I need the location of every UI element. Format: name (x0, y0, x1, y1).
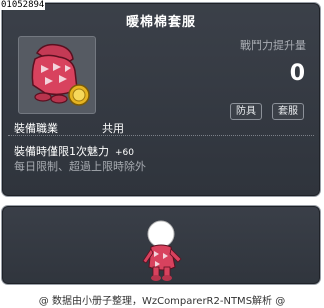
effect-line: 裝備時僅限1次魅力 +60 (14, 143, 134, 159)
effect-text: 裝備時僅限1次魅力 (14, 145, 109, 158)
tag-armor: 防具 (230, 103, 262, 120)
footer-credit: @ 数据由小册子整理，WzComparerR2-NTMS解析 @ (38, 296, 286, 307)
outfit-icon (31, 43, 90, 106)
item-id-label: 01052894 (0, 0, 46, 10)
job-value: 共用 (102, 122, 124, 135)
combat-power-label: 戰鬥力提升量 (240, 39, 306, 52)
item-icon-frame (18, 36, 96, 114)
effect-value: +60 (115, 148, 134, 158)
character-preview-icon (142, 220, 182, 281)
divider (8, 135, 314, 136)
job-label: 裝備職業 (14, 122, 58, 135)
item-name: 暖棉棉套服 (125, 15, 196, 30)
character-preview-panel (1, 205, 321, 285)
item-tooltip-panel: 暖棉棉套服 戰鬥力提升量 0 防具 套服 裝備職業 共用 裝備時僅限1次魅力 +6… (1, 2, 321, 197)
limit-text: 每日限制、超過上限時除外 (14, 160, 146, 173)
combat-power-value: 0 (289, 61, 305, 86)
tag-outfit: 套服 (272, 103, 304, 120)
